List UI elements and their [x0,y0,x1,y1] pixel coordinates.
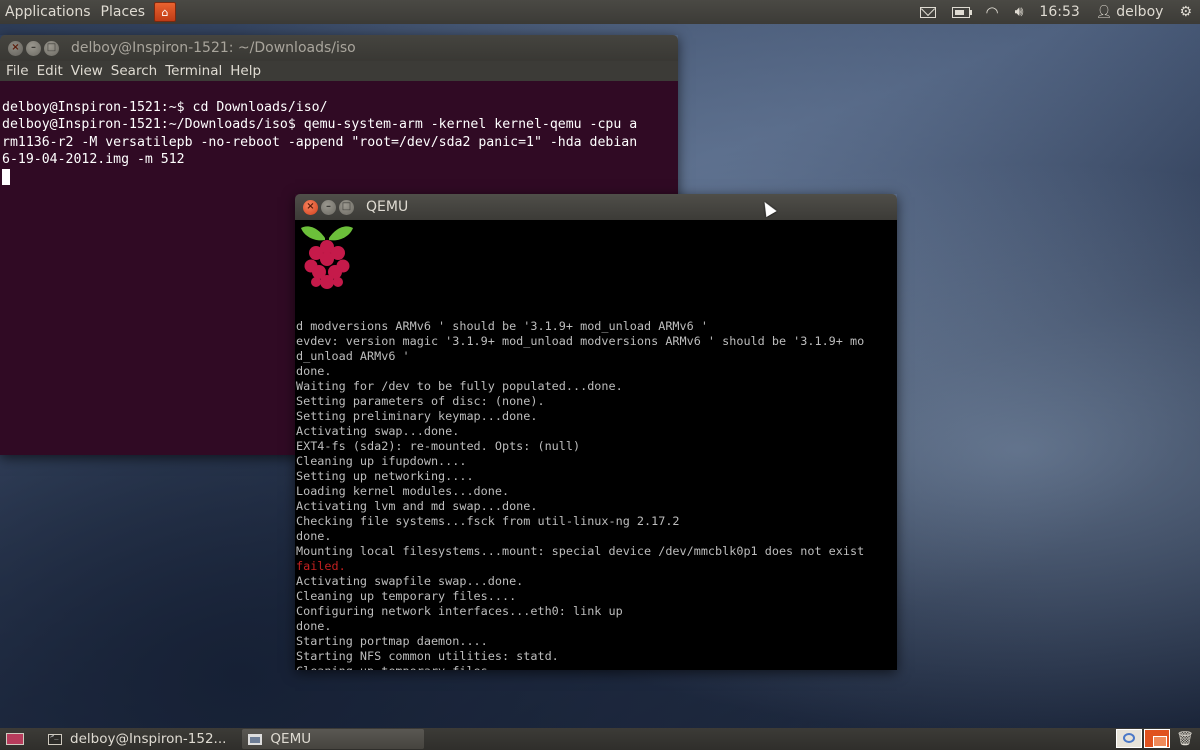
volume-icon[interactable]: 🔊︎ [1015,4,1024,20]
terminal-line: rm1136-r2 -M versatilepb -no-reboot -app… [2,134,638,150]
qemu-console-line: Activating lvm and md swap...done. [296,499,538,513]
workspace-switcher: 🗑︎ [1114,729,1198,748]
top-panel: Applications Places ⌂ ◠ 🔊︎ 16:53 👤︎ delb… [0,0,1200,24]
qemu-console-line: Starting portmap daemon.... [296,634,488,648]
menu-file[interactable]: File [2,63,33,79]
taskbar-item-qemu[interactable]: QEMU [242,729,425,749]
qemu-console-line: done. [296,619,332,633]
workspace-1[interactable] [1116,729,1142,748]
window-title: QEMU [366,199,409,215]
maximize-button[interactable]: □ [44,40,59,56]
qemu-icon [248,733,263,745]
home-folder-icon[interactable]: ⌂ [154,2,177,22]
user-name: delboy [1116,4,1164,20]
clock[interactable]: 16:53 [1039,4,1079,20]
minimize-button[interactable]: – [26,40,41,56]
qemu-console-line: Mounting local filesystems...mount: spec… [296,544,865,558]
maximize-button[interactable]: □ [339,199,354,215]
places-menu[interactable]: Places [96,0,151,24]
qemu-console-line: d modversions ARMv6 ' should be '3.1.9+ … [296,319,708,333]
qemu-console-line: Configuring network interfaces...eth0: l… [296,604,623,618]
qemu-console-line: Waiting for /dev to be fully populated..… [296,379,623,393]
bottom-panel: delboy@Inspiron-152... QEMU 🗑︎ [0,728,1200,750]
user-icon: 👤︎ [1095,4,1113,20]
battery-indicator[interactable] [951,6,972,18]
terminal-titlebar[interactable]: × – □ delboy@Inspiron-1521: ~/Downloads/… [0,35,678,61]
gear-icon[interactable]: ⚙ [1179,4,1192,20]
user-menu[interactable]: 👤︎ delboy [1096,4,1164,20]
menu-help[interactable]: Help [226,63,265,79]
qemu-console-line: failed. [296,559,346,573]
qemu-console-line: done. [296,364,332,378]
qemu-console-line: Setting parameters of disc: (none). [296,394,545,408]
qemu-console-line: EXT4-fs (sda2): re-mounted. Opts: (null) [296,439,581,453]
qemu-display[interactable]: d modversions ARMv6 ' should be '3.1.9+ … [295,220,897,670]
wifi-icon[interactable]: ◠ [986,3,999,21]
terminal-cursor [2,168,10,185]
taskbar-item-label: delboy@Inspiron-152... [70,731,227,747]
terminal-line: delboy@Inspiron-1521:~/Downloads/iso$ qe… [2,117,638,132]
menu-terminal[interactable]: Terminal [161,63,226,79]
qemu-console-line: done. [296,529,332,543]
terminal-menubar: File Edit View Search Terminal Help [0,61,678,81]
mail-indicator[interactable] [919,6,936,18]
close-button[interactable]: × [303,199,318,215]
raspberry-pi-logo [301,226,353,289]
minimize-button[interactable]: – [321,199,336,215]
qemu-console-line: evdev: version magic '3.1.9+ mod_unload … [296,334,865,348]
leaf-right [329,226,353,241]
qemu-console-line: Activating swap...done. [296,424,460,438]
qemu-console-line: Loading kernel modules...done. [296,484,510,498]
applications-menu[interactable]: Applications [0,0,96,24]
menu-view[interactable]: View [67,63,107,79]
terminal-icon [48,732,62,745]
qemu-console-text: d modversions ARMv6 ' should be '3.1.9+ … [296,319,864,670]
qemu-console-line: Checking file systems...fsck from util-l… [296,514,680,528]
terminal-line: delboy@Inspiron-1521:~$ cd Downloads/iso… [2,99,328,115]
window-title: delboy@Inspiron-1521: ~/Downloads/iso [71,40,356,56]
qemu-console-line: Setting preliminary keymap...done. [296,409,538,423]
qemu-titlebar[interactable]: × – □ QEMU [295,194,897,220]
qemu-console-line: Activating swapfile swap...done. [296,574,524,588]
battery-icon [951,6,972,18]
trash-icon[interactable]: 🗑︎ [1172,729,1198,748]
close-button[interactable]: × [8,40,23,56]
qemu-console-line: Setting up networking.... [296,469,474,483]
taskbar-item-terminal[interactable]: delboy@Inspiron-152... [42,729,232,749]
terminal-line: 6-19-04-2012.img -m 512 [2,152,185,167]
menu-edit[interactable]: Edit [33,63,67,79]
qemu-console-line: Starting NFS common utilities: statd. [296,649,559,663]
qemu-console-line: d_unload ARMv6 ' [296,349,410,363]
qemu-console-line: Cleaning up ifupdown.... [296,454,467,468]
menu-search[interactable]: Search [107,63,161,79]
leaf-left [301,226,325,241]
qemu-window: × – □ QEMU d modversions ARMv6 ' should … [295,194,897,670]
qemu-console-line: Cleaning up temporary files.... [296,664,864,670]
workspace-2[interactable] [1144,729,1170,748]
show-desktop-button[interactable] [6,733,24,745]
indicator-area: ◠ 🔊︎ 16:53 👤︎ delboy ⚙ [912,0,1200,24]
taskbar-item-label: QEMU [270,731,312,747]
mail-icon [919,6,936,18]
qemu-console-line: Cleaning up temporary files.... [296,589,517,603]
